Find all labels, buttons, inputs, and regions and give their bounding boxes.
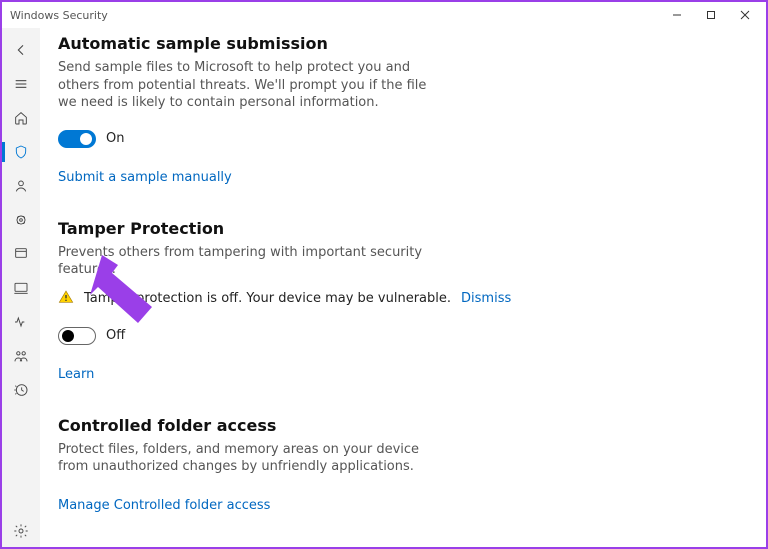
- tamper-warning-text: Tamper protection is off. Your device ma…: [84, 291, 451, 306]
- app-browser-control-icon[interactable]: [2, 238, 40, 270]
- submit-sample-link[interactable]: Submit a sample manually: [58, 170, 232, 185]
- window-title: Windows Security: [10, 9, 108, 22]
- dismiss-link[interactable]: Dismiss: [461, 291, 511, 306]
- device-security-icon[interactable]: [2, 272, 40, 304]
- tamper-toggle[interactable]: [58, 327, 96, 345]
- cfa-desc: Protect files, folders, and memory areas…: [58, 441, 438, 476]
- maximize-button[interactable]: [694, 5, 728, 25]
- nav-rail: [2, 28, 40, 547]
- sample-submission-desc: Send sample files to Microsoft to help p…: [58, 59, 438, 112]
- menu-button[interactable]: [2, 68, 40, 100]
- window-controls: [660, 5, 762, 25]
- sample-submission-toggle-label: On: [106, 131, 124, 146]
- home-icon[interactable]: [2, 102, 40, 134]
- section-controlled-folder-access: Controlled folder access Protect files, …: [58, 416, 742, 513]
- settings-icon[interactable]: [2, 515, 40, 547]
- tamper-title: Tamper Protection: [58, 219, 742, 238]
- protection-history-icon[interactable]: [2, 374, 40, 406]
- tamper-desc: Prevents others from tampering with impo…: [58, 244, 438, 279]
- close-button[interactable]: [728, 5, 762, 25]
- learn-more-link[interactable]: Learn: [58, 367, 94, 382]
- warning-icon: [58, 289, 74, 309]
- account-protection-icon[interactable]: [2, 170, 40, 202]
- section-sample-submission: Automatic sample submission Send sample …: [58, 34, 742, 185]
- section-tamper-protection: Tamper Protection Prevents others from t…: [58, 219, 742, 382]
- body: Automatic sample submission Send sample …: [2, 28, 766, 547]
- virus-protection-icon[interactable]: [2, 136, 40, 168]
- titlebar: Windows Security: [2, 2, 766, 28]
- app-window: Windows Security: [0, 0, 768, 549]
- device-performance-icon[interactable]: [2, 306, 40, 338]
- family-options-icon[interactable]: [2, 340, 40, 372]
- sample-submission-title: Automatic sample submission: [58, 34, 742, 53]
- tamper-toggle-label: Off: [106, 328, 125, 343]
- sample-submission-toggle[interactable]: [58, 130, 96, 148]
- manage-cfa-link[interactable]: Manage Controlled folder access: [58, 498, 270, 513]
- cfa-title: Controlled folder access: [58, 416, 742, 435]
- back-button[interactable]: [2, 34, 40, 66]
- firewall-icon[interactable]: [2, 204, 40, 236]
- content-area[interactable]: Automatic sample submission Send sample …: [40, 28, 766, 547]
- minimize-button[interactable]: [660, 5, 694, 25]
